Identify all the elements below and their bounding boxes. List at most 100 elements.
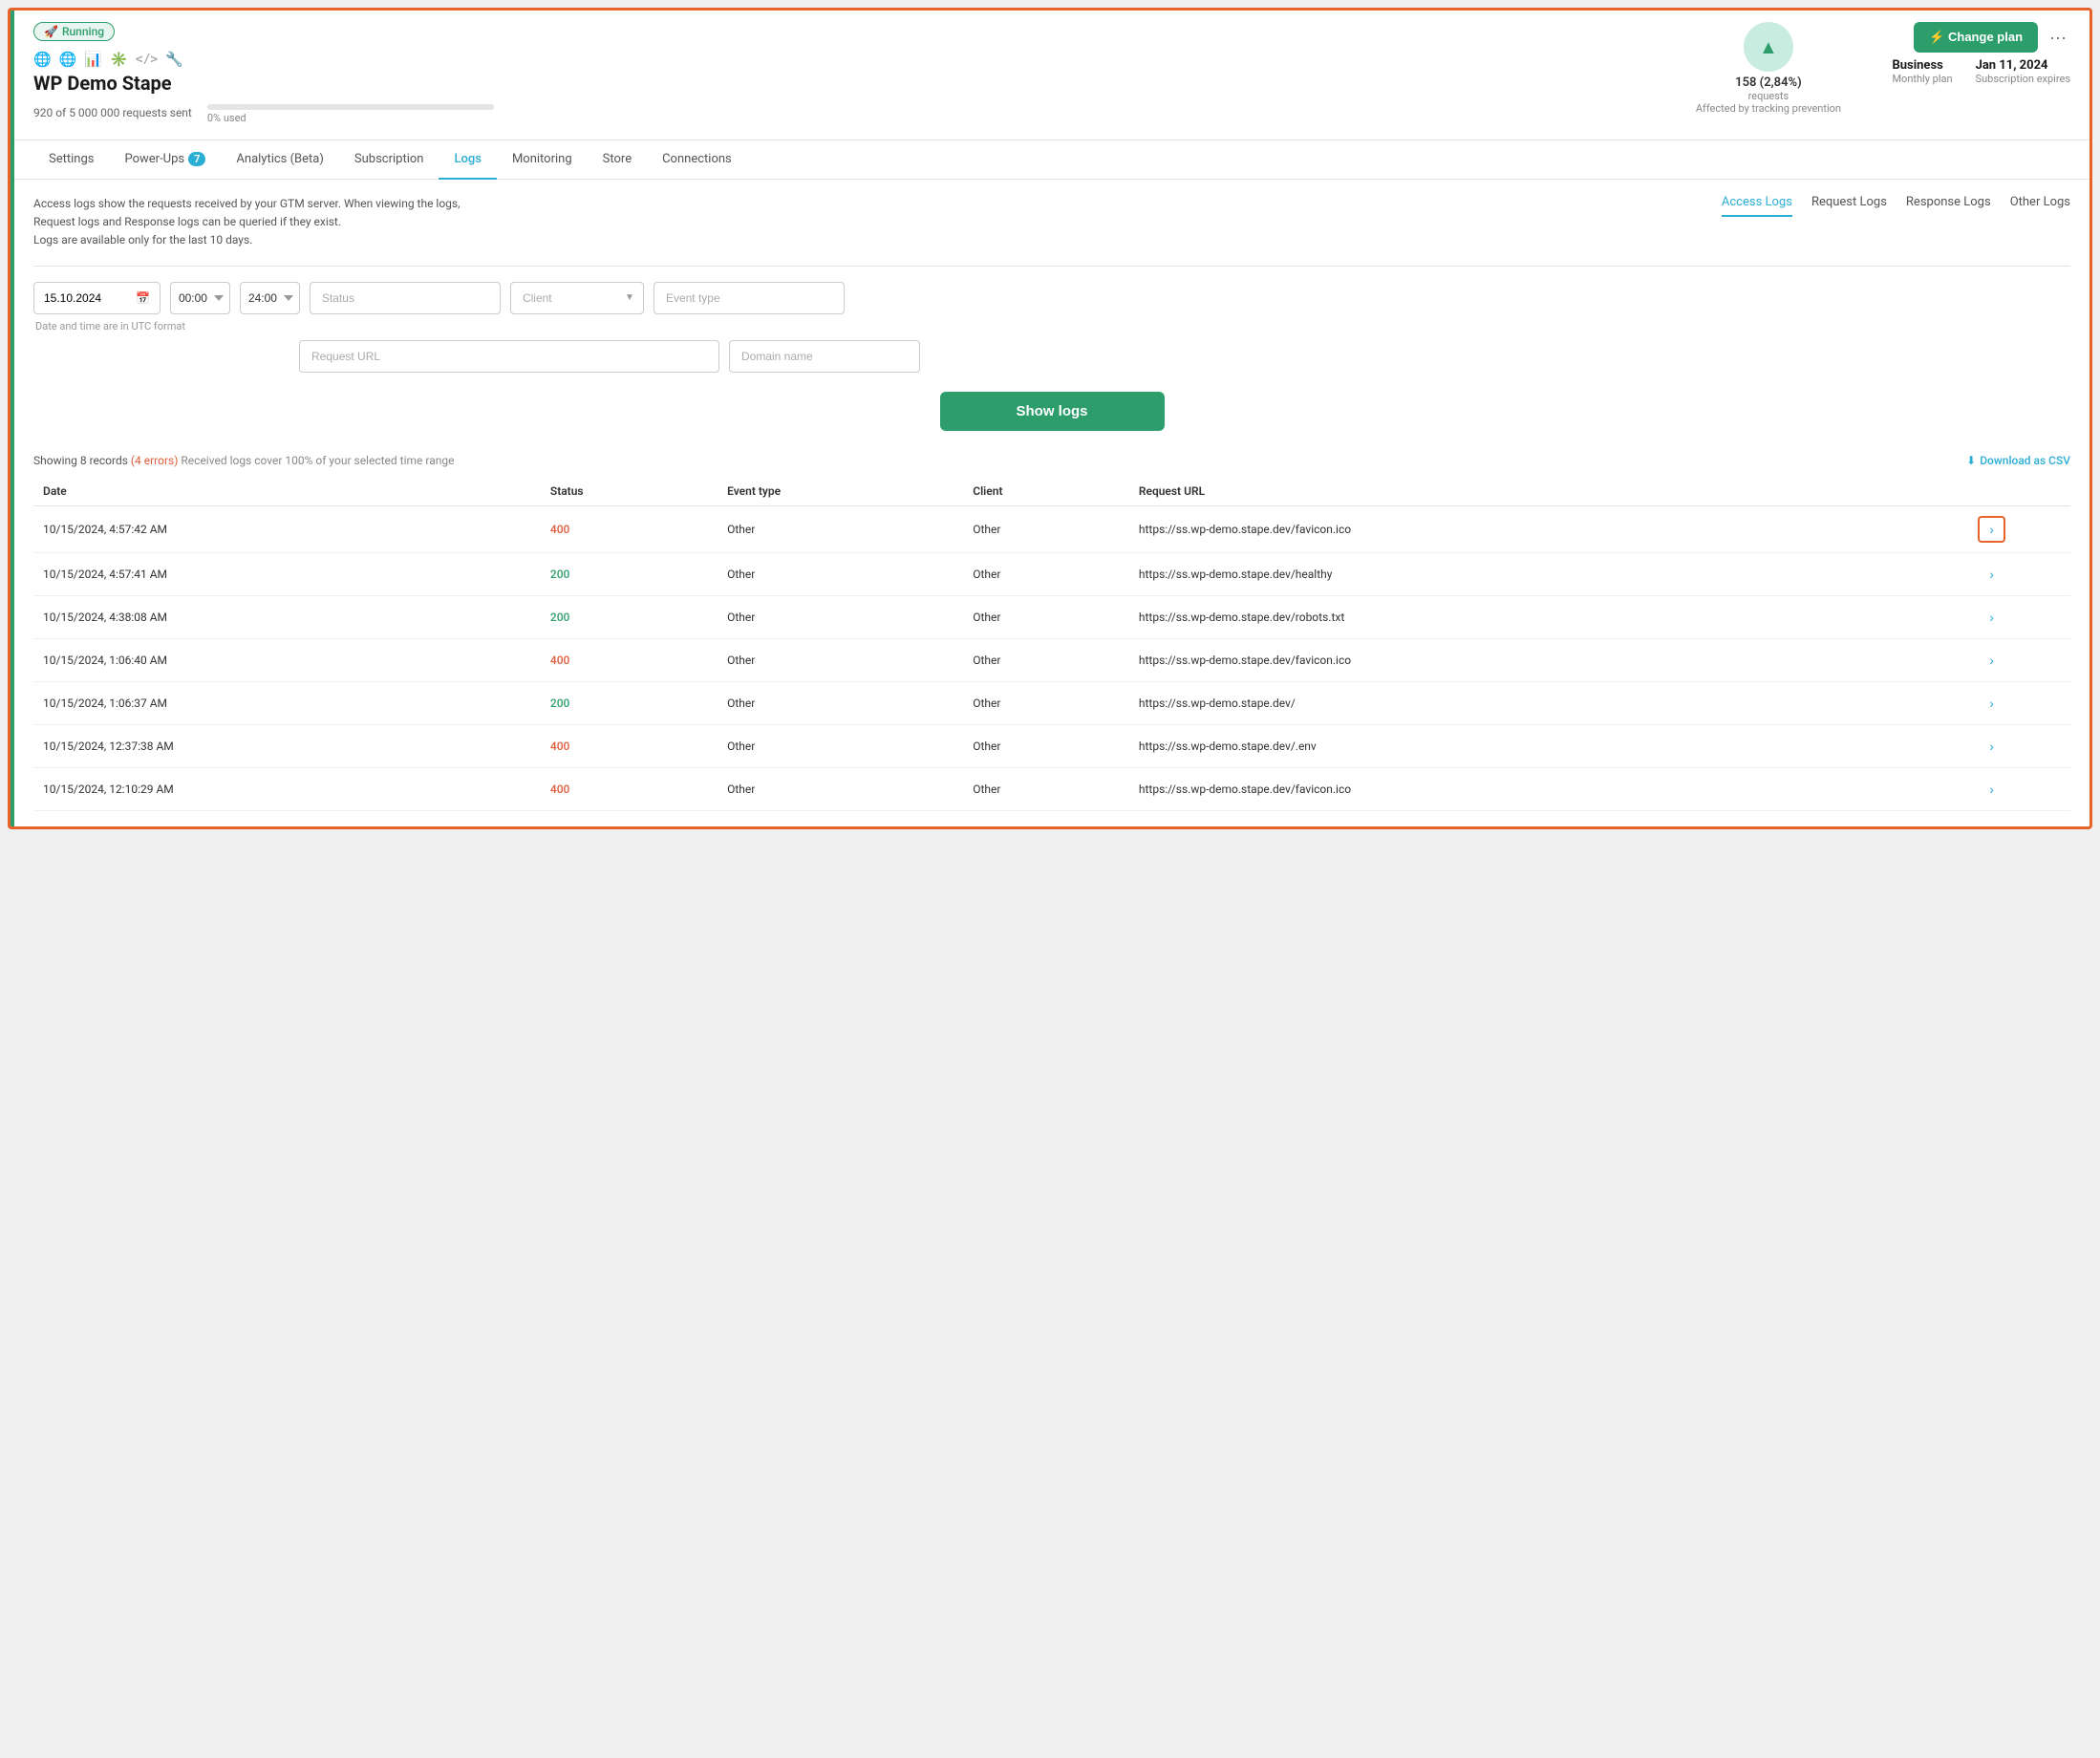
event-type-input[interactable]	[654, 282, 845, 314]
progress-bar	[207, 104, 494, 110]
cell-date: 10/15/2024, 12:10:29 AM	[33, 767, 541, 810]
table-row: 10/15/2024, 4:57:42 AM 400 Other Other h…	[33, 505, 2070, 552]
row-detail-button[interactable]: ›	[1980, 606, 2004, 629]
client-select[interactable]: Client Other	[510, 282, 644, 314]
date-input-wrap[interactable]: 📅	[33, 282, 161, 314]
calendar-icon: 📅	[136, 291, 150, 305]
col-action	[1913, 477, 2070, 506]
cell-action[interactable]: ›	[1913, 767, 2070, 810]
expiry-date: Jan 11, 2024	[1976, 58, 2070, 73]
row-detail-button[interactable]: ›	[1980, 649, 2004, 672]
cell-client: Other	[963, 552, 1129, 595]
plan-name: Business	[1892, 58, 1952, 73]
time-from-select[interactable]: 00:00 01:00 06:00	[170, 282, 230, 314]
cell-date: 10/15/2024, 4:57:41 AM	[33, 552, 541, 595]
cell-date: 10/15/2024, 4:38:08 AM	[33, 595, 541, 638]
plan-info-section: ⚡ Change plan ··· Business Monthly plan …	[1860, 22, 2070, 85]
tab-powerups[interactable]: Power-Ups 7	[109, 140, 221, 180]
download-csv-label: Download as CSV	[1980, 454, 2070, 467]
cell-action[interactable]: ›	[1913, 552, 2070, 595]
cell-event-type: Other	[718, 767, 963, 810]
cell-status: 400	[541, 724, 718, 767]
cell-status: 400	[541, 767, 718, 810]
row-detail-button[interactable]: ›	[1980, 778, 2004, 801]
cell-request-url: https://ss.wp-demo.stape.dev/robots.txt	[1129, 595, 1913, 638]
more-options-button[interactable]: ···	[2046, 24, 2070, 52]
requests-used: 0% used	[207, 112, 246, 124]
cell-date: 10/15/2024, 1:06:40 AM	[33, 638, 541, 681]
tab-connections[interactable]: Connections	[647, 140, 747, 180]
running-label: Running	[62, 25, 104, 38]
table-row: 10/15/2024, 1:06:40 AM 400 Other Other h…	[33, 638, 2070, 681]
tab-monitoring[interactable]: Monitoring	[497, 140, 588, 180]
icon-star[interactable]: ✳️	[110, 51, 128, 68]
tab-access-logs[interactable]: Access Logs	[1722, 195, 1792, 217]
affected-stats: ▲ 158 (2,84%) requests Affected by track…	[1677, 22, 1860, 115]
powerups-badge: 7	[188, 152, 205, 166]
requests-text: 920 of 5 000 000 requests sent	[33, 106, 192, 119]
cell-request-url: https://ss.wp-demo.stape.dev/.env	[1129, 724, 1913, 767]
table-row: 10/15/2024, 12:10:29 AM 400 Other Other …	[33, 767, 2070, 810]
tab-store[interactable]: Store	[588, 140, 647, 180]
cell-status: 200	[541, 595, 718, 638]
col-client: Client	[963, 477, 1129, 506]
cell-status: 400	[541, 505, 718, 552]
status-input[interactable]	[310, 282, 501, 314]
cell-client: Other	[963, 681, 1129, 724]
time-to-select[interactable]: 24:00 23:00 22:00	[240, 282, 300, 314]
cell-status: 200	[541, 552, 718, 595]
cell-action[interactable]: ›	[1913, 638, 2070, 681]
icon-tool[interactable]: 🔧	[165, 51, 183, 68]
main-content: Access logs show the requests received b…	[14, 180, 2089, 826]
row-detail-button[interactable]: ›	[1980, 735, 2004, 758]
row-detail-button[interactable]: ›	[1980, 563, 2004, 586]
tab-response-logs[interactable]: Response Logs	[1906, 195, 1991, 217]
cell-action[interactable]: ›	[1913, 724, 2070, 767]
table-row: 10/15/2024, 4:38:08 AM 200 Other Other h…	[33, 595, 2070, 638]
row-detail-button[interactable]: ›	[1978, 516, 2005, 543]
circle-indicator: ▲	[1744, 22, 1793, 72]
cell-request-url: https://ss.wp-demo.stape.dev/	[1129, 681, 1913, 724]
showing-text: Showing 8 records	[33, 454, 128, 467]
affected-sub: Affected by tracking prevention	[1696, 102, 1841, 115]
download-icon: ⬇	[1966, 454, 1976, 467]
cell-event-type: Other	[718, 724, 963, 767]
date-input[interactable]	[44, 291, 130, 305]
utc-note: Date and time are in UTC format	[35, 320, 2070, 332]
icon-code[interactable]: </>	[136, 53, 158, 67]
icon-globe2[interactable]: 🌐	[59, 51, 77, 68]
tab-request-logs[interactable]: Request Logs	[1811, 195, 1887, 217]
icon-bar[interactable]: 📊	[84, 51, 102, 68]
cell-action[interactable]: ›	[1913, 505, 2070, 552]
domain-name-input[interactable]	[729, 340, 920, 373]
tab-subscription[interactable]: Subscription	[339, 140, 439, 180]
cell-client: Other	[963, 724, 1129, 767]
tab-logs[interactable]: Logs	[439, 140, 496, 180]
cell-event-type: Other	[718, 681, 963, 724]
records-count: Showing 8 records (4 errors) Received lo…	[33, 454, 454, 467]
row-detail-button[interactable]: ›	[1980, 692, 2004, 715]
table-row: 10/15/2024, 1:06:37 AM 200 Other Other h…	[33, 681, 2070, 724]
requests-info: 920 of 5 000 000 requests sent	[33, 106, 192, 119]
cell-event-type: Other	[718, 595, 963, 638]
show-logs-button[interactable]: Show logs	[940, 392, 1165, 431]
filters-row1: 📅 00:00 01:00 06:00 24:00 23:00 22:00	[33, 282, 2070, 314]
cell-date: 10/15/2024, 1:06:37 AM	[33, 681, 541, 724]
cell-action[interactable]: ›	[1913, 681, 2070, 724]
col-status: Status	[541, 477, 718, 506]
icon-globe1[interactable]: 🌐	[33, 51, 52, 68]
tab-analytics[interactable]: Analytics (Beta)	[221, 140, 339, 180]
col-event-type: Event type	[718, 477, 963, 506]
coverage-text: Received logs cover 100% of your selecte…	[181, 454, 454, 467]
plan-type: Monthly plan	[1892, 73, 1952, 85]
cell-event-type: Other	[718, 638, 963, 681]
cell-request-url: https://ss.wp-demo.stape.dev/healthy	[1129, 552, 1913, 595]
cell-action[interactable]: ›	[1913, 595, 2070, 638]
download-csv-link[interactable]: ⬇ Download as CSV	[1966, 454, 2070, 467]
request-url-input[interactable]	[299, 340, 719, 373]
change-plan-button[interactable]: ⚡ Change plan	[1914, 22, 2038, 53]
tab-other-logs[interactable]: Other Logs	[2010, 195, 2070, 217]
tab-settings[interactable]: Settings	[33, 140, 109, 180]
rocket-icon: 🚀	[44, 25, 58, 38]
cell-event-type: Other	[718, 552, 963, 595]
